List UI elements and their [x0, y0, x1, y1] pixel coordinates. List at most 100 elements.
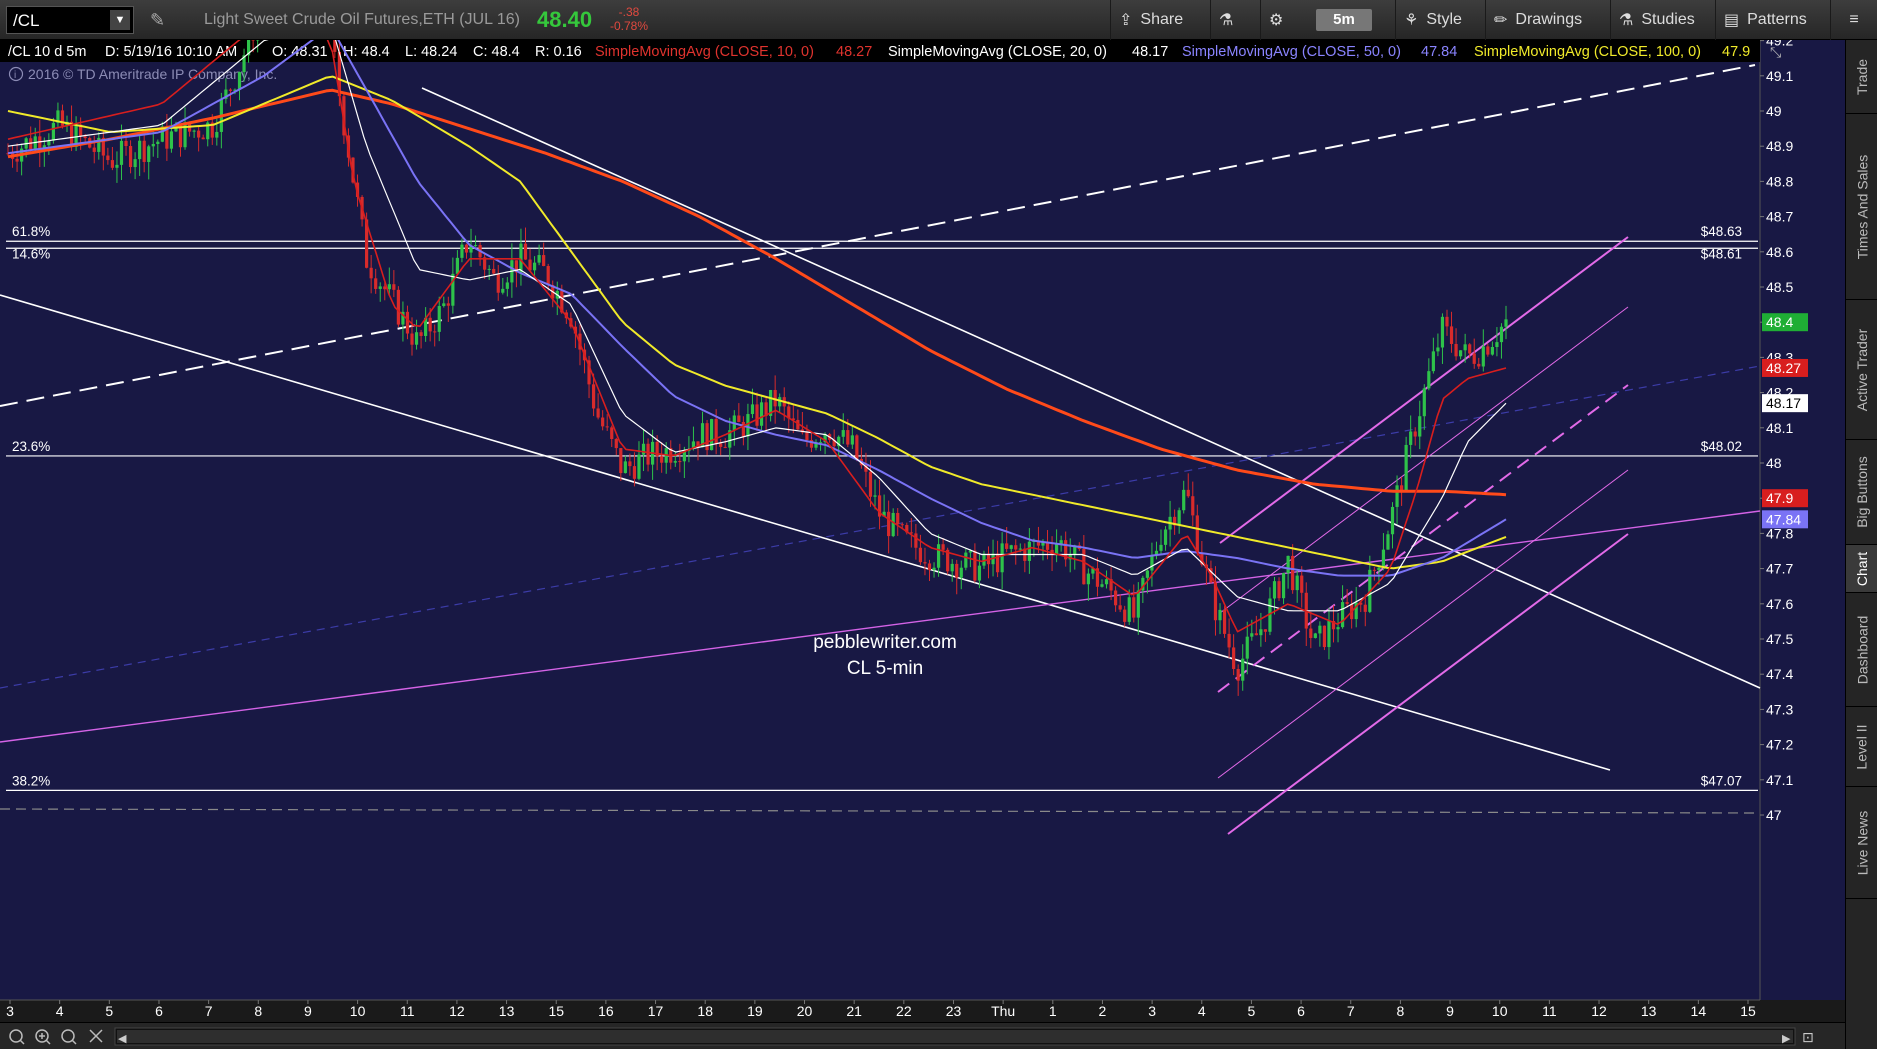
candle-body: [746, 414, 750, 437]
candle-body: [464, 244, 469, 253]
studies-button[interactable]: ⚗ Studies: [1610, 0, 1720, 40]
chart-area[interactable]: /CL 10 d 5m D: 5/19/16 10:10 AM O: 48.31…: [0, 0, 1845, 1049]
fib-percent-label: 38.2%: [12, 773, 50, 788]
candle-body: [1399, 485, 1404, 491]
share-button[interactable]: ⇪ Share: [1110, 0, 1198, 40]
sma50-legend: SimpleMovingAvg (CLOSE, 50, 0): [1182, 44, 1401, 60]
time-tick-label: 23: [946, 1003, 962, 1019]
candle-body: [1395, 485, 1399, 507]
time-tick-label: 12: [449, 1003, 465, 1019]
time-tick-label: 9: [1446, 1003, 1454, 1019]
candle-body: [1445, 316, 1449, 327]
style-button[interactable]: ⚘ Style: [1395, 0, 1493, 40]
beaker-icon: ⚗: [1619, 12, 1634, 29]
tab-level-ii[interactable]: Level II: [1846, 707, 1877, 787]
candle-body: [1263, 629, 1268, 632]
candle-body: [169, 131, 174, 149]
price-tick-label: 47: [1766, 807, 1782, 823]
candle-body: [632, 466, 637, 479]
patterns-button[interactable]: ▤ Patterns: [1715, 0, 1830, 40]
price-tick-label: 47.3: [1766, 701, 1793, 717]
candle-body: [846, 430, 850, 445]
drawings-button[interactable]: ✏ Drawings: [1485, 0, 1610, 40]
sma20-legend-value: 48.17: [1132, 44, 1168, 60]
candle-body: [496, 273, 500, 293]
candle-body: [1372, 569, 1376, 571]
zoom-out-icon[interactable]: [9, 1029, 25, 1045]
candle-body: [1145, 570, 1149, 578]
candle-body: [719, 443, 723, 447]
last-price: 48.40: [537, 7, 593, 32]
candle-body: [92, 147, 96, 152]
chart-top-right-controls[interactable]: ⤡: [1770, 44, 1781, 60]
candle-body: [1118, 605, 1122, 610]
zoom-in-icon[interactable]: [35, 1029, 51, 1045]
candle-body: [1163, 529, 1168, 545]
candle-body: [646, 443, 650, 465]
menu-button[interactable]: ≡: [1830, 0, 1877, 40]
chevron-down-icon[interactable]: ▼: [110, 10, 130, 30]
tab-dashboard[interactable]: Dashboard: [1846, 593, 1877, 707]
symbol-value: /CL: [13, 11, 40, 30]
time-tick-label: 13: [499, 1003, 515, 1019]
net-change-value: -.38: [618, 5, 640, 19]
candle-body: [1495, 342, 1499, 347]
candle-body: [1322, 625, 1327, 648]
pan-icon[interactable]: [89, 1029, 103, 1043]
candle-body: [1295, 575, 1299, 591]
candle-body: [455, 257, 459, 274]
tab-trade[interactable]: Trade: [1846, 40, 1877, 114]
scroll-left-icon[interactable]: ◀: [118, 1033, 127, 1045]
time-tick-label: Thu: [991, 1003, 1015, 1019]
time-tick-label: 22: [896, 1003, 912, 1019]
candle-body: [601, 417, 605, 427]
tab-times-and-sales[interactable]: Times And Sales: [1846, 114, 1877, 300]
zoom-area-icon[interactable]: [61, 1029, 77, 1045]
candle-body: [1132, 597, 1136, 618]
expand-icon[interactable]: ⤡: [1770, 44, 1781, 60]
tab-times-and-sales-label: Times And Sales: [1854, 154, 1870, 259]
price-tag-label: 48.27: [1766, 360, 1801, 376]
settings-button[interactable]: ⚙: [1260, 0, 1300, 40]
sma50-legend-value: 47.84: [1421, 44, 1457, 60]
time-tick-label: 13: [1641, 1003, 1657, 1019]
candle-body: [1377, 567, 1381, 571]
copyright: i 2016 © TD Ameritrade IP Company, Inc.: [8, 66, 277, 82]
candle-body: [850, 435, 854, 445]
time-tick-label: 3: [1148, 1003, 1156, 1019]
scroll-right-icon[interactable]: ▶: [1782, 1033, 1791, 1045]
flask-button[interactable]: ⚗: [1210, 0, 1250, 40]
candle-body: [932, 567, 936, 571]
candle-body: [1459, 350, 1463, 357]
candle-body: [900, 524, 904, 526]
time-tick-label: 12: [1591, 1003, 1607, 1019]
zoom-fit-icon[interactable]: ⊡: [1802, 1029, 1814, 1045]
candle-body: [369, 267, 373, 279]
symbol-input[interactable]: /CL ▼: [6, 6, 134, 34]
timeframe-button[interactable]: 5m: [1316, 9, 1372, 31]
link-icon[interactable]: ✎: [150, 10, 165, 31]
candle-body: [138, 140, 142, 160]
candle-body: [605, 426, 609, 428]
candle-body: [959, 567, 963, 578]
pct-change-value: -0.78%: [610, 19, 649, 33]
candle-body: [1286, 555, 1290, 574]
candle-body: [755, 404, 759, 426]
candle-body: [523, 243, 528, 260]
candle-body: [619, 448, 623, 474]
scrollbar-thumb[interactable]: [117, 1030, 1793, 1043]
candle-body: [750, 404, 755, 415]
tab-big-buttons[interactable]: Big Buttons: [1846, 440, 1877, 545]
candle-body: [610, 427, 614, 440]
candle-body: [1014, 545, 1018, 550]
tab-active-trader[interactable]: Active Trader: [1846, 300, 1877, 440]
tab-live-news[interactable]: Live News: [1846, 787, 1877, 899]
tab-chart[interactable]: Chart: [1846, 545, 1877, 593]
instrument-title: Light Sweet Crude Oil Futures,ETH (JUL 1…: [204, 11, 520, 28]
candle-body: [941, 544, 945, 550]
candle-body: [887, 511, 891, 537]
candle-body: [805, 432, 809, 441]
low-label: L: 48.24: [405, 44, 457, 60]
candle-body: [1123, 609, 1127, 622]
time-tick-label: 2: [1099, 1003, 1107, 1019]
